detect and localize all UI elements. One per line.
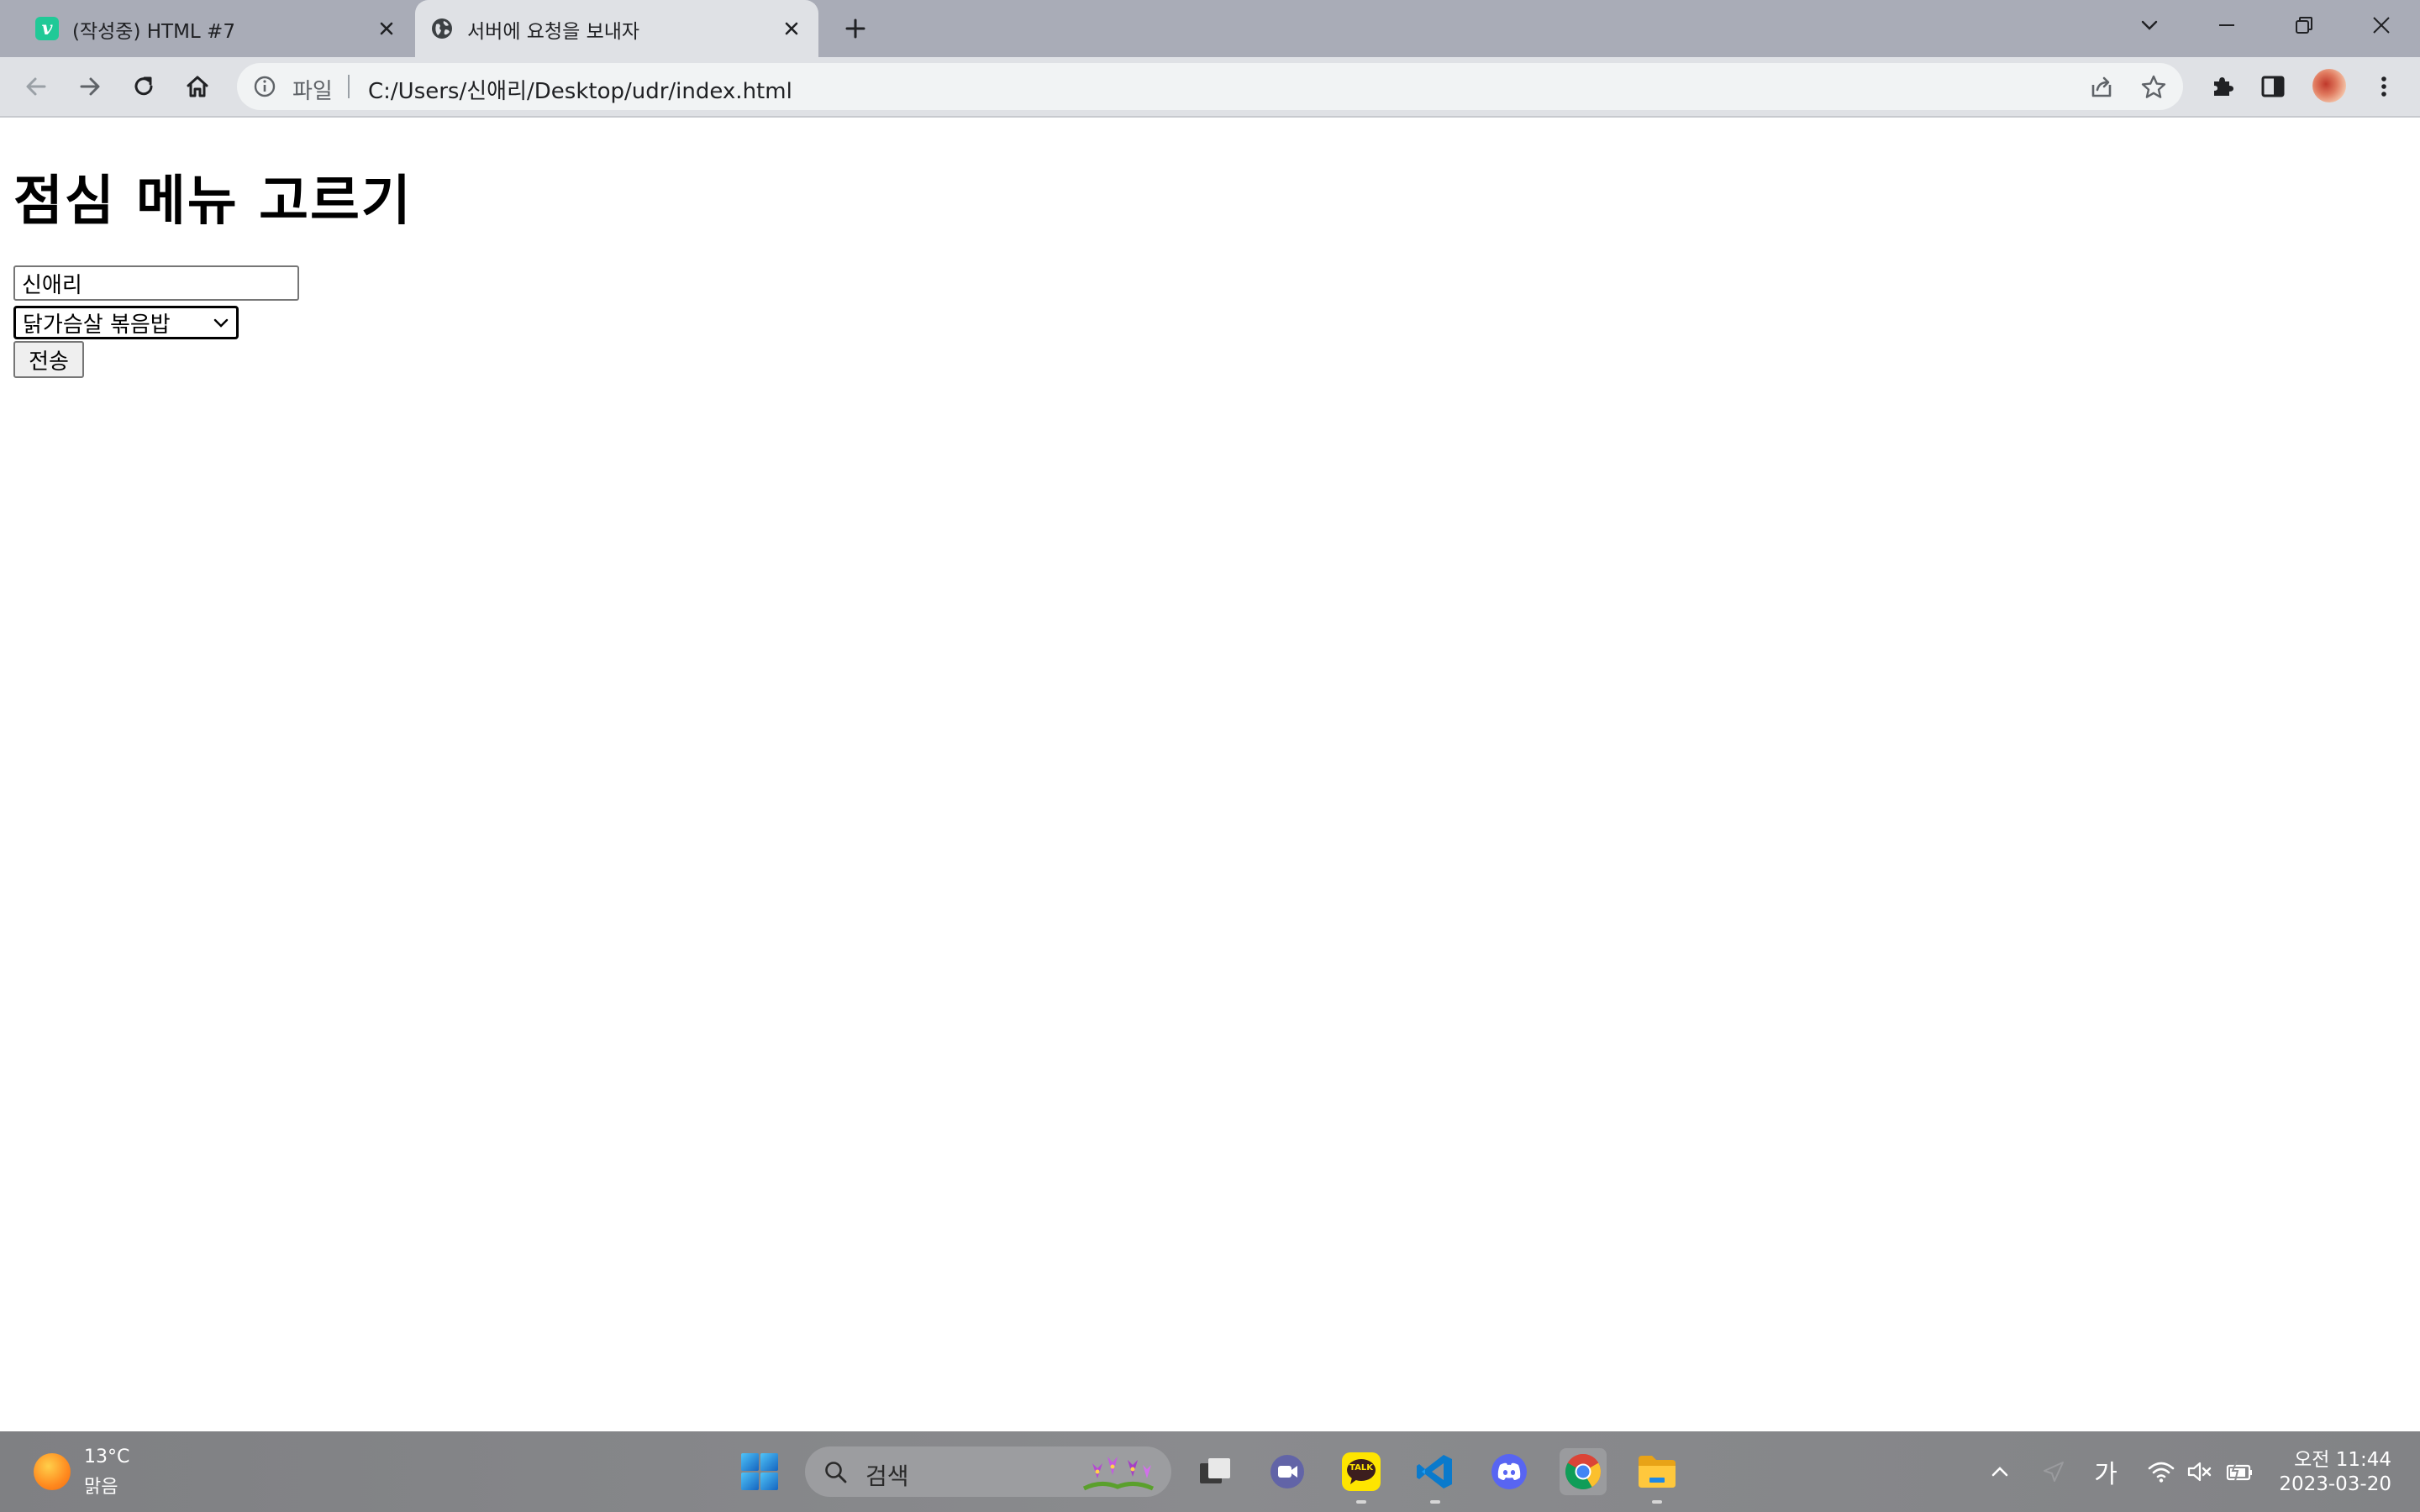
taskbar-file-explorer[interactable] (1634, 1448, 1681, 1495)
page-content: 점심 메뉴 고르기 닭가슴살 볶음밥 전송 (0, 118, 2420, 1431)
running-indicator (1652, 1500, 1662, 1504)
taskbar-discord[interactable] (1486, 1448, 1533, 1495)
search-placeholder: 검색 (865, 1462, 909, 1490)
tab-velog-draft[interactable]: v (작성중) HTML #7 (20, 0, 413, 57)
start-button[interactable] (739, 1452, 780, 1492)
puzzle-icon (2209, 73, 2236, 100)
battery-charging-icon (2225, 1459, 2255, 1484)
tray-overflow-button[interactable] (1983, 1455, 2017, 1488)
menu-select[interactable]: 닭가슴살 볶음밥 (13, 306, 239, 339)
taskbar-search[interactable]: 검색 (805, 1446, 1171, 1497)
kakaotalk-label: TALK (1349, 1463, 1373, 1473)
home-button[interactable] (178, 67, 217, 106)
minimize-icon (2217, 16, 2236, 34)
new-tab-button[interactable] (839, 12, 872, 45)
close-window-button[interactable] (2351, 0, 2412, 50)
bookmark-star-icon[interactable] (2139, 73, 2168, 102)
taskbar-task-view[interactable] (1192, 1448, 1239, 1495)
restore-icon (2295, 16, 2313, 34)
arrow-left-icon (23, 73, 50, 100)
page-title: 점심 메뉴 고르기 (13, 171, 413, 233)
running-indicator (1356, 1500, 1366, 1504)
discord-icon (1489, 1452, 1529, 1492)
reload-button[interactable] (124, 67, 163, 106)
taskbar-vscode[interactable] (1412, 1448, 1459, 1495)
vscode-icon (1415, 1452, 1455, 1492)
side-panel-button[interactable] (2254, 67, 2292, 106)
ime-indicator[interactable]: 가 (2089, 1455, 2123, 1489)
search-icon (823, 1460, 849, 1485)
browser-toolbar: 파일 C:/Users/신애리/Desktop/udr/index.html (0, 57, 2420, 118)
teams-chat-icon (1267, 1452, 1307, 1492)
taskbar-kakaotalk[interactable]: TALK (1338, 1448, 1385, 1495)
profile-avatar[interactable] (2312, 69, 2346, 102)
tab-strip: v (작성중) HTML #7 서버에 요청을 보내자 (0, 0, 2420, 57)
wifi-icon (2147, 1459, 2175, 1484)
velog-icon: v (35, 17, 59, 40)
plus-icon (844, 17, 867, 40)
tray-network[interactable] (2144, 1455, 2178, 1488)
windows-logo-icon (739, 1452, 780, 1492)
running-indicator (1430, 1500, 1440, 1504)
menu-select-value: 닭가슴살 볶음밥 (23, 312, 171, 338)
tab-close-icon[interactable] (375, 17, 398, 40)
url-text[interactable]: C:/Users/신애리/Desktop/udr/index.html (368, 74, 792, 105)
clock-date[interactable]: 2023-03-20 (2277, 1473, 2391, 1495)
weather-sun-icon[interactable] (34, 1453, 71, 1490)
folder-icon (1636, 1452, 1678, 1491)
clock-time[interactable]: 오전 11:44 (2291, 1443, 2391, 1472)
chevron-down-icon (2139, 15, 2160, 35)
home-icon (184, 73, 211, 100)
minimize-button[interactable] (2196, 0, 2257, 50)
menu-button[interactable] (2365, 67, 2403, 106)
info-icon[interactable] (252, 74, 277, 99)
tab-close-icon[interactable] (780, 17, 803, 40)
tab-server-request[interactable]: 서버에 요청을 보내자 (415, 0, 818, 57)
volume-mute-icon (2186, 1459, 2213, 1484)
tab-title: 서버에 요청을 보내자 (467, 21, 640, 43)
more-vert-icon (2370, 73, 2397, 100)
weather-temperature[interactable]: 13°C (84, 1446, 129, 1467)
tab-title: (작성중) HTML #7 (72, 21, 235, 43)
task-view-icon (1197, 1453, 1234, 1490)
close-icon (2371, 15, 2391, 35)
chrome-icon (1564, 1452, 1602, 1491)
globe-icon (430, 17, 454, 40)
spring-flowers-icon (1076, 1452, 1160, 1492)
address-separator (348, 75, 350, 98)
reload-icon (130, 73, 157, 100)
back-button[interactable] (17, 67, 55, 106)
address-bar[interactable]: 파일 C:/Users/신애리/Desktop/udr/index.html (237, 63, 2183, 110)
tray-battery[interactable] (2223, 1455, 2257, 1488)
forward-button[interactable] (71, 67, 109, 106)
tray-send-app[interactable] (2037, 1455, 2070, 1488)
taskbar-teams-chat[interactable] (1264, 1448, 1311, 1495)
paper-plane-icon (2041, 1459, 2066, 1484)
restore-button[interactable] (2274, 0, 2334, 50)
tab-search-button[interactable] (2119, 0, 2180, 50)
taskbar: 13°C 맑음 검색 TALK 가 오전 11:44 2023-03-20 (0, 1431, 2420, 1512)
url-scheme-label: 파일 (292, 79, 333, 104)
side-panel-icon (2260, 73, 2286, 100)
tray-volume[interactable] (2183, 1455, 2217, 1488)
chevron-up-icon (1989, 1461, 2011, 1483)
name-input[interactable] (13, 265, 299, 301)
share-icon[interactable] (2087, 73, 2116, 102)
arrow-right-icon (76, 73, 103, 100)
extensions-button[interactable] (2203, 67, 2242, 106)
weather-condition[interactable]: 맑음 (84, 1472, 118, 1499)
taskbar-chrome[interactable] (1560, 1448, 1607, 1495)
submit-button[interactable]: 전송 (13, 341, 84, 378)
chevron-down-icon (213, 317, 229, 330)
